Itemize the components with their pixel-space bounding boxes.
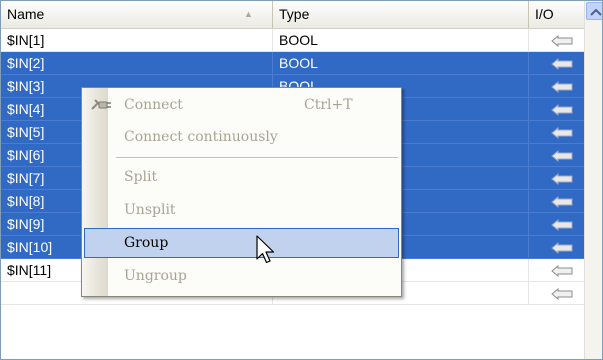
scroll-up-button[interactable] xyxy=(586,2,602,20)
connect-plug-icon xyxy=(91,99,111,110)
menu-separator xyxy=(116,157,398,159)
left-arrow-icon xyxy=(551,58,573,70)
menu-item-group-label: Group xyxy=(124,235,169,251)
sort-ascending-icon: ▲ xyxy=(244,9,253,19)
menu-item-connect-continuously-label: Connect continuously xyxy=(124,129,278,145)
left-arrow-icon xyxy=(551,265,573,277)
left-arrow-icon xyxy=(551,35,573,47)
table-row[interactable]: $IN[1] BOOL xyxy=(1,29,584,52)
cell-io xyxy=(529,75,584,98)
left-arrow-icon xyxy=(551,242,573,254)
menu-item-split-label: Split xyxy=(124,169,158,185)
cell-io xyxy=(529,190,584,213)
left-arrow-icon xyxy=(551,104,573,116)
column-header-type[interactable]: Type xyxy=(273,1,529,28)
left-arrow-icon xyxy=(551,288,573,300)
menu-item-ungroup[interactable]: Ungroup xyxy=(84,261,399,291)
grid-header: Name ▲ Type I/O xyxy=(1,1,584,29)
cell-io xyxy=(529,236,584,259)
cell-io xyxy=(529,121,584,144)
signal-grid: Name ▲ Type I/O $IN[1] BOOL $IN[2] BOOL … xyxy=(0,0,603,360)
cell-type: BOOL xyxy=(273,29,529,52)
cell-io xyxy=(529,282,584,305)
left-arrow-icon xyxy=(551,81,573,93)
column-header-name[interactable]: Name xyxy=(1,1,273,28)
menu-item-ungroup-label: Ungroup xyxy=(124,268,187,284)
context-menu: Connect Ctrl+T Connect continuously Spli… xyxy=(81,87,402,297)
menu-item-connect-label: Connect xyxy=(124,97,183,113)
menu-item-group[interactable]: Group xyxy=(84,228,399,258)
left-arrow-icon xyxy=(551,173,573,185)
vertical-scrollbar[interactable] xyxy=(584,1,602,359)
left-arrow-icon xyxy=(551,127,573,139)
chevron-up-icon xyxy=(590,8,602,16)
cell-io xyxy=(529,167,584,190)
cell-io xyxy=(529,52,584,75)
cell-io xyxy=(529,29,584,52)
cell-name: $IN[2] xyxy=(1,52,273,75)
column-header-io-label: I/O xyxy=(535,6,554,22)
cell-type: BOOL xyxy=(273,52,529,75)
menu-item-unsplit-label: Unsplit xyxy=(124,202,176,218)
menu-item-connect-continuously[interactable]: Connect continuously xyxy=(84,122,399,152)
menu-item-connect[interactable]: Connect Ctrl+T xyxy=(84,90,399,120)
column-header-name-label: Name xyxy=(7,6,45,22)
menu-item-split[interactable]: Split xyxy=(84,162,399,192)
left-arrow-icon xyxy=(551,196,573,208)
cell-io xyxy=(529,259,584,282)
cell-io xyxy=(529,213,584,236)
column-header-type-label: Type xyxy=(279,6,310,22)
cell-io xyxy=(529,144,584,167)
left-arrow-icon xyxy=(551,219,573,231)
column-header-io[interactable]: I/O xyxy=(529,1,584,28)
cell-io xyxy=(529,98,584,121)
mouse-pointer-icon xyxy=(256,235,275,264)
menu-item-unsplit[interactable]: Unsplit xyxy=(84,195,399,225)
cell-name: $IN[1] xyxy=(1,29,273,52)
left-arrow-icon xyxy=(551,150,573,162)
table-row[interactable]: $IN[2] BOOL xyxy=(1,52,584,75)
menu-item-connect-shortcut: Ctrl+T xyxy=(304,97,353,113)
